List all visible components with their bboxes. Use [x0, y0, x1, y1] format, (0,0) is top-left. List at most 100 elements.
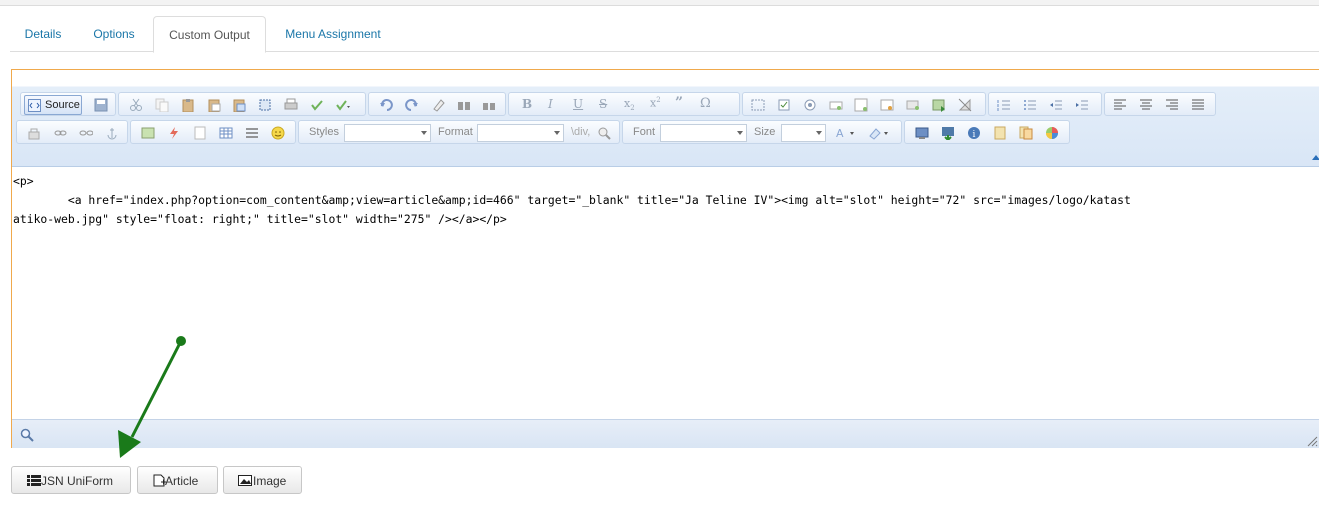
styles-label: Styles: [309, 126, 339, 138]
align-right-icon[interactable]: [1165, 98, 1179, 112]
resize-handle-icon[interactable]: [1306, 435, 1318, 447]
toolbar-row-1: Source B I U S x2 x2 ” Ω: [16, 92, 1316, 116]
strikethrough-icon[interactable]: S: [599, 97, 607, 111]
paste-icon[interactable]: [181, 98, 195, 112]
smiley-icon[interactable]: [271, 126, 285, 140]
format-select[interactable]: [477, 124, 564, 142]
source-button[interactable]: Source: [24, 95, 82, 115]
top-divider: [0, 0, 1319, 6]
list-icon: [27, 475, 41, 486]
preview-icon[interactable]: [1019, 126, 1033, 140]
special-char-icon[interactable]: Ω: [700, 96, 711, 111]
toolbar-group-tools: i: [904, 120, 1070, 144]
editor-toolbar: Source B I U S x2 x2 ” Ω Styles Format \…: [12, 70, 1319, 167]
background-color-icon[interactable]: [868, 126, 890, 140]
tab-bar: Details Options Custom Output Menu Assig…: [10, 16, 1319, 53]
textarea-icon[interactable]: [854, 98, 868, 112]
about-icon[interactable]: i: [967, 126, 981, 140]
align-left-icon[interactable]: [1113, 98, 1127, 112]
checkbox-icon[interactable]: [777, 98, 791, 112]
replace-icon[interactable]: [482, 98, 496, 112]
form-icon[interactable]: [751, 98, 765, 112]
tab-menu-assignment[interactable]: Menu Assignment: [268, 16, 398, 52]
unlink-broken-icon[interactable]: [79, 126, 93, 140]
align-center-icon[interactable]: [1139, 98, 1153, 112]
paste-text-icon[interactable]: [207, 98, 221, 112]
horizontal-rule-icon[interactable]: [245, 126, 259, 140]
svg-text:A: A: [836, 127, 844, 140]
undo-icon[interactable]: [379, 98, 393, 112]
styles-select[interactable]: [344, 124, 431, 142]
numbered-list-icon[interactable]: [997, 98, 1011, 112]
article-button[interactable]: Article: [137, 466, 218, 494]
radio-icon[interactable]: [803, 98, 817, 112]
paste-word-icon[interactable]: [232, 98, 246, 112]
toolbar-group-lists: [988, 92, 1102, 116]
code-line-3: atiko-web.jpg" style="float: right;" tit…: [13, 212, 507, 226]
collapse-toolbar-icon[interactable]: [1312, 155, 1319, 160]
anchor-icon[interactable]: [105, 126, 119, 140]
size-select[interactable]: [781, 124, 826, 142]
cut-icon[interactable]: [129, 98, 143, 112]
indent-icon[interactable]: [1075, 98, 1089, 112]
redo-icon[interactable]: [405, 98, 419, 112]
code-line-2: <a href="index.php?option=com_content&am…: [13, 193, 1131, 207]
templates-icon[interactable]: [993, 126, 1007, 140]
toolbar-group-undo: [368, 92, 506, 116]
page-icon[interactable]: [193, 126, 207, 140]
bulleted-list-icon[interactable]: [1023, 98, 1037, 112]
print-icon[interactable]: [284, 98, 298, 112]
source-icon: [28, 99, 41, 112]
code-line-1: <p>: [13, 174, 34, 188]
tab-details[interactable]: Details: [10, 16, 76, 52]
format-label: Format: [438, 126, 473, 138]
toolbar-row-2: Styles Format \div, Font Size A i: [16, 120, 1316, 144]
image-label: Image: [253, 474, 287, 488]
toolbar-group-basic-styles: B I U S x2 x2 ” Ω: [508, 92, 740, 116]
subscript-icon[interactable]: x2: [624, 97, 635, 112]
jsn-uniform-label: JSN UniForm: [41, 474, 114, 488]
source-code-area[interactable]: <p> <a href="index.php?option=com_conten…: [12, 168, 1318, 418]
underline-icon[interactable]: U: [573, 97, 583, 111]
select-icon[interactable]: [880, 98, 894, 112]
maximize-icon[interactable]: [915, 126, 929, 140]
eraser-icon[interactable]: [431, 98, 445, 112]
div-label[interactable]: \div,: [571, 126, 590, 138]
tab-custom-output[interactable]: Custom Output: [153, 16, 266, 53]
select-all-icon[interactable]: [258, 98, 272, 112]
blockquote-icon[interactable]: ”: [675, 95, 683, 111]
button-icon[interactable]: [906, 98, 920, 112]
tab-options[interactable]: Options: [76, 16, 152, 52]
toolbar-group-document: Source: [20, 92, 116, 116]
magnifier-icon[interactable]: [597, 126, 611, 140]
copy-icon[interactable]: [155, 98, 169, 112]
text-color-icon[interactable]: A: [836, 126, 856, 140]
link-icon[interactable]: [27, 126, 41, 140]
italic-icon[interactable]: I: [548, 97, 553, 111]
save-icon[interactable]: [94, 98, 108, 112]
show-blocks-icon[interactable]: [941, 126, 955, 140]
jsn-uniform-button[interactable]: JSN UniForm: [11, 466, 131, 494]
source-label: Source: [45, 99, 80, 111]
image-button[interactable]: Image: [223, 466, 302, 494]
font-select[interactable]: [660, 124, 747, 142]
image-insert-icon[interactable]: [141, 126, 155, 140]
find-icon[interactable]: [457, 98, 471, 112]
textfield-icon[interactable]: [829, 98, 843, 112]
superscript-icon[interactable]: x2: [650, 96, 661, 110]
table-icon[interactable]: [219, 126, 233, 140]
toolbar-group-align: [1104, 92, 1216, 116]
spellcheck-icon[interactable]: [310, 98, 324, 112]
align-justify-icon[interactable]: [1191, 98, 1205, 112]
hidden-field-icon[interactable]: [958, 98, 972, 112]
zoom-icon[interactable]: [20, 428, 34, 442]
image-button-icon[interactable]: [932, 98, 946, 112]
flash-icon[interactable]: [167, 126, 181, 140]
color-wheel-icon[interactable]: [1045, 126, 1059, 140]
bold-icon[interactable]: B: [522, 97, 532, 111]
article-label: Article: [165, 474, 199, 488]
unlink-icon[interactable]: [53, 126, 67, 140]
spellcheck-dropdown-icon[interactable]: [336, 98, 350, 112]
outdent-icon[interactable]: [1049, 98, 1063, 112]
font-label: Font: [633, 126, 656, 138]
